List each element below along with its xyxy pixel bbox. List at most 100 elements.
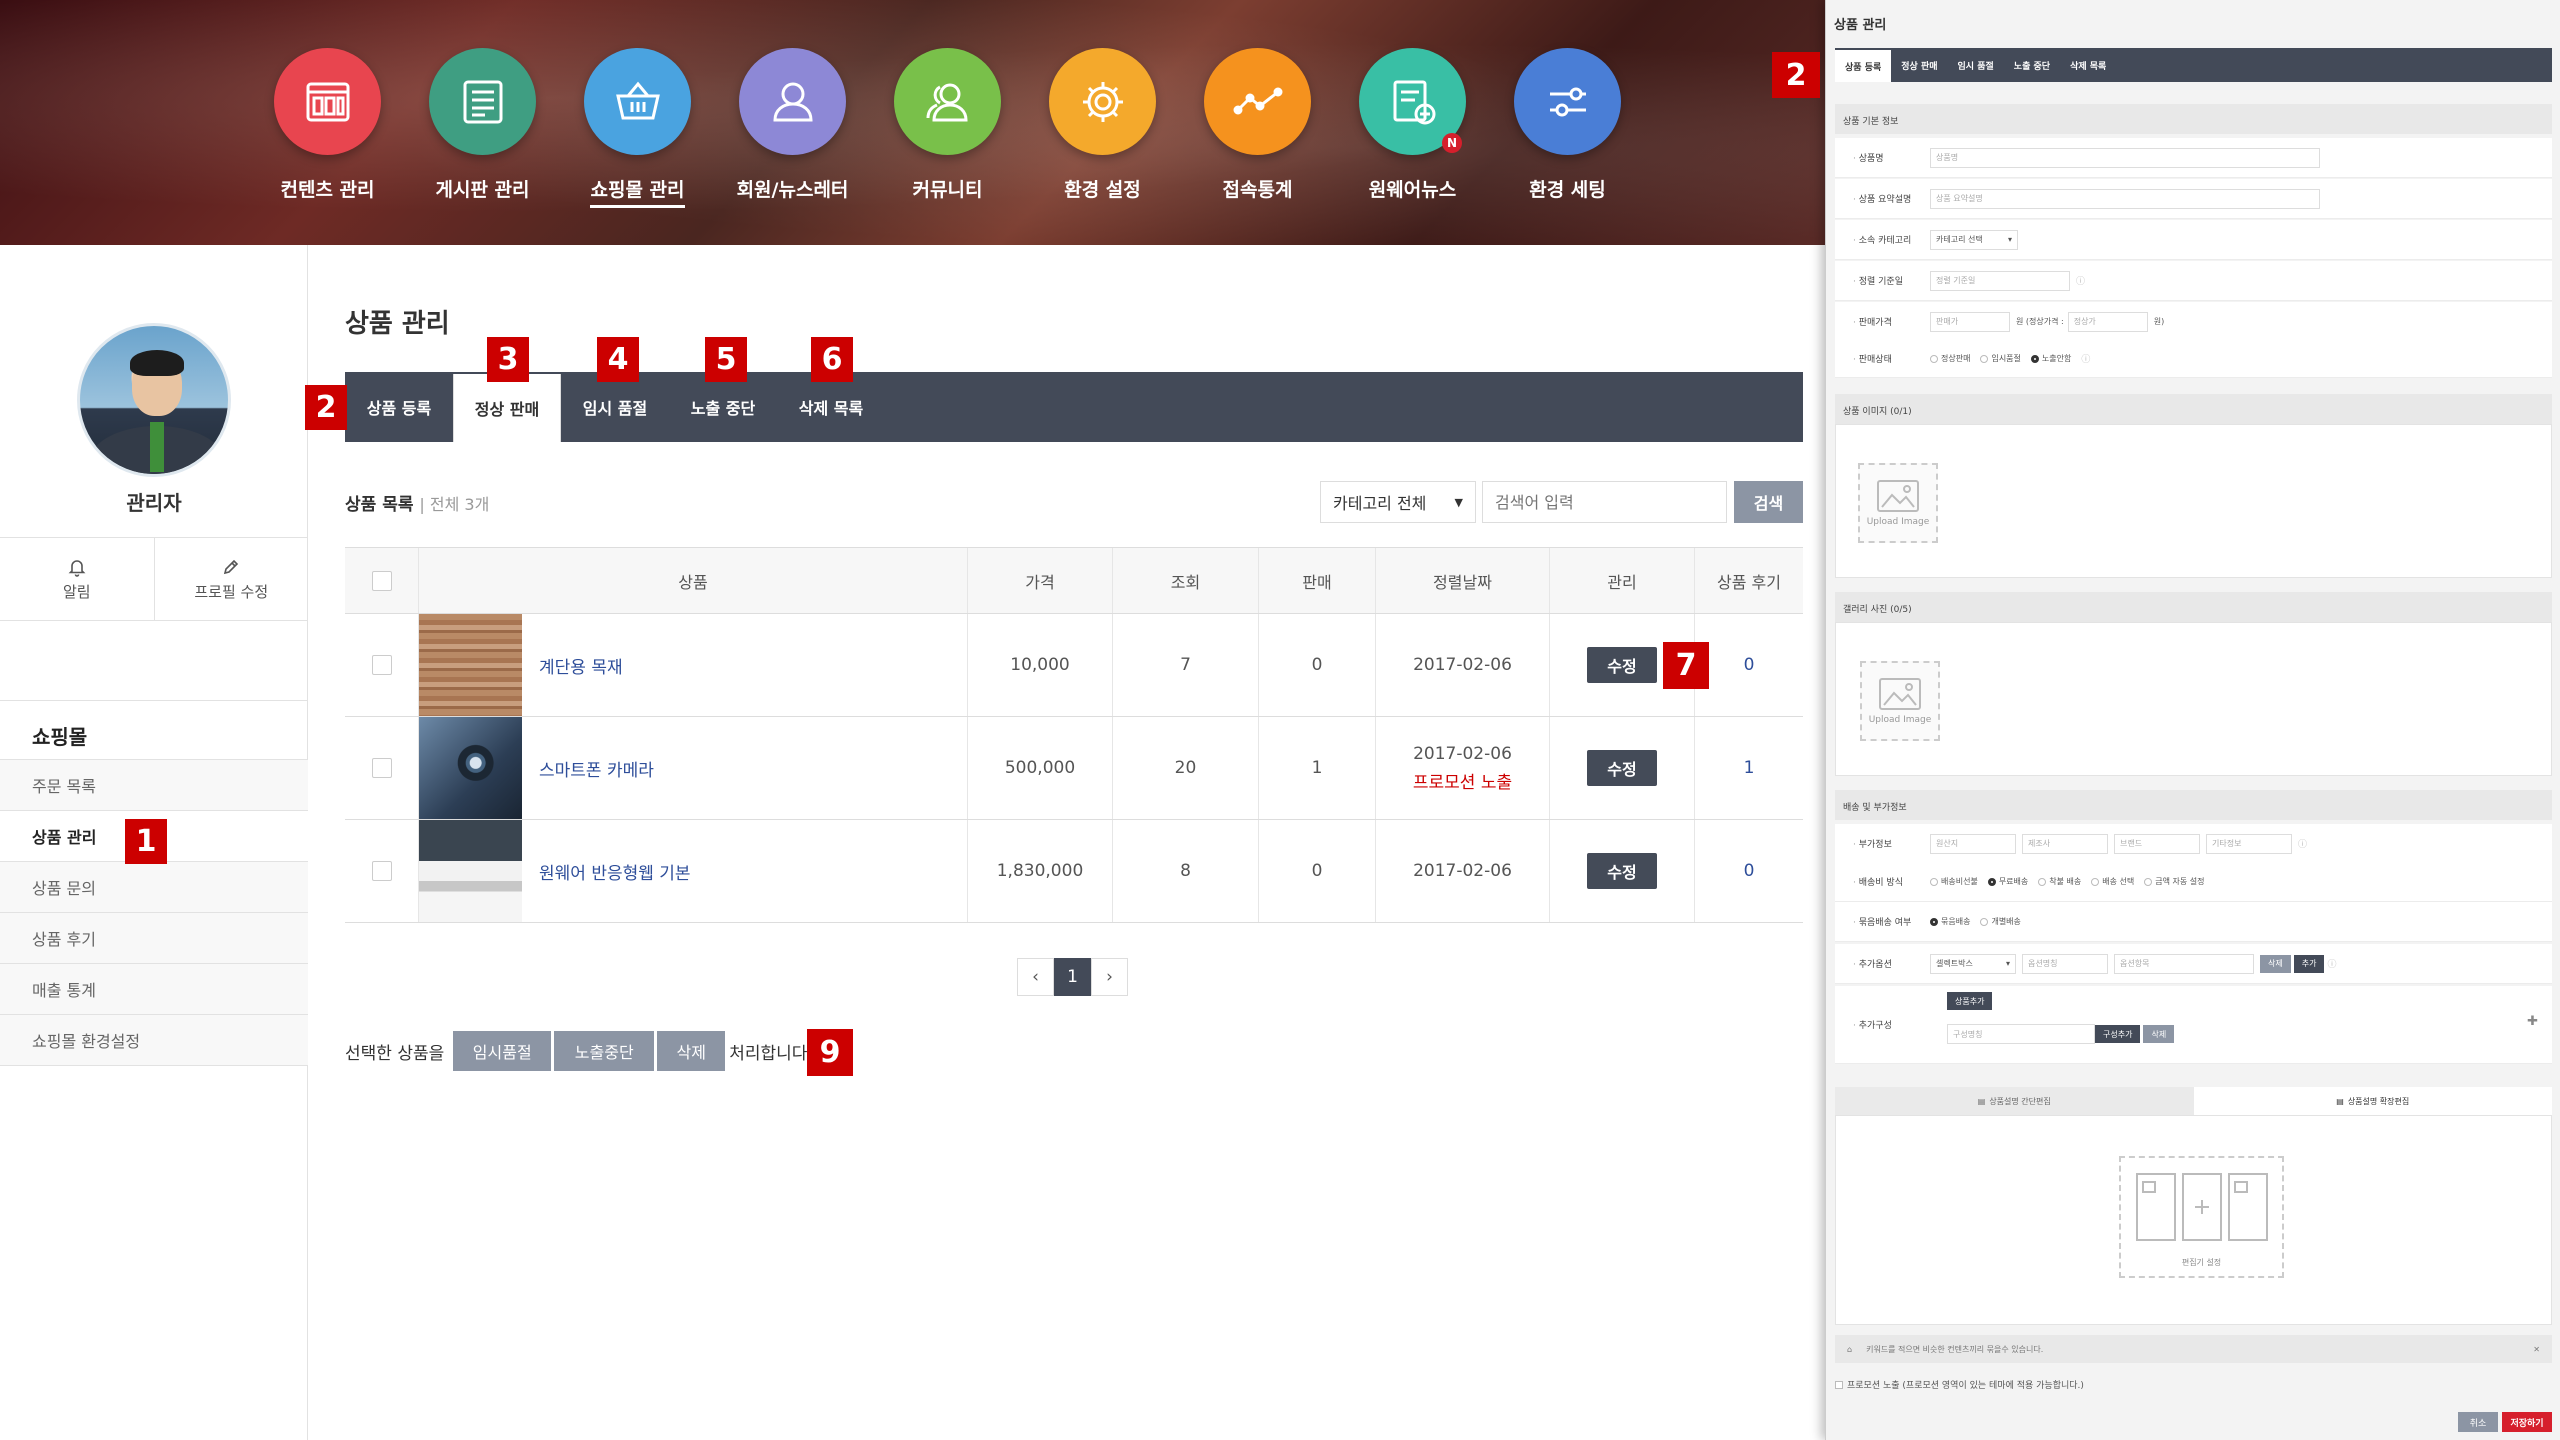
tab-hidden[interactable]: 노출 중단: [669, 372, 777, 442]
category-select[interactable]: 카테고리 선택 ▾: [1930, 229, 2018, 250]
panel-tab-deleted[interactable]: 삭제 목록: [2060, 48, 2116, 82]
prev-page-button[interactable]: ‹: [1017, 958, 1054, 996]
search-button[interactable]: 검색: [1734, 481, 1803, 523]
product-name-link[interactable]: 계단용 목재: [539, 653, 623, 678]
bundle-option[interactable]: 개별배송: [1980, 916, 2021, 927]
tab-simple-editor[interactable]: ▤ 상품설명 간단편집: [1835, 1087, 2194, 1115]
menu-environment-setup[interactable]: 환경 세팅: [1490, 48, 1645, 208]
save-button[interactable]: 저장하기: [2502, 1412, 2552, 1432]
edit-button[interactable]: 수정: [1587, 647, 1657, 683]
profile-edit-button[interactable]: 프로필 수정: [153, 538, 309, 620]
menu-content-management[interactable]: 컨텐츠 관리: [250, 48, 405, 208]
tab-deleted[interactable]: 삭제 목록: [777, 372, 885, 442]
bulk-delete-button[interactable]: 삭제: [657, 1031, 726, 1071]
shipfee-option[interactable]: 배송 선택: [2091, 876, 2134, 887]
upload-image-button[interactable]: Upload Image: [1858, 463, 1938, 543]
list-price-input[interactable]: 정상가: [2067, 311, 2148, 332]
menu-board-management[interactable]: 게시판 관리: [405, 48, 560, 208]
shipfee-option[interactable]: 배송비선불: [1930, 876, 1978, 887]
option-label: 착불 배송: [2049, 877, 2082, 886]
next-page-button[interactable]: ›: [1091, 958, 1128, 996]
sidebar-item-product-review[interactable]: 상품 후기: [0, 913, 308, 964]
panel-tab-hidden[interactable]: 노출 중단: [2004, 48, 2060, 82]
menu-oneware-news[interactable]: N 원웨어뉴스: [1335, 48, 1490, 208]
plus-icon[interactable]: ✚: [2527, 1014, 2538, 1029]
sortdate-input[interactable]: 정렬 기준일: [1930, 270, 2070, 291]
sidebar-item-shop-settings[interactable]: 쇼핑몰 환경설정: [0, 1015, 308, 1066]
product-thumbnail[interactable]: [419, 717, 522, 819]
bulk-temp-soldout-button[interactable]: 임시품절: [453, 1031, 552, 1071]
upload-gallery-button[interactable]: Upload Image: [1860, 661, 1940, 741]
maker-input[interactable]: 제조사: [2022, 833, 2108, 854]
select-all-checkbox[interactable]: [371, 570, 392, 591]
panel-tab-soldout[interactable]: 임시 품절: [1948, 48, 2004, 82]
status-row: 판매상태 정상판매 임시품절 노출안함 ⓘ: [1835, 340, 2552, 378]
price-mid-text: 원 (정상가격 :: [2016, 317, 2064, 326]
sales-cell: 0: [1259, 820, 1376, 922]
status-option-hidden[interactable]: 노출안함: [2030, 353, 2071, 364]
sidebar-item-order-list[interactable]: 주문 목록: [0, 760, 308, 811]
editor-settings-button[interactable]: 편집기 설정: [2119, 1156, 2284, 1278]
tab-normal-sale[interactable]: 정상 판매: [453, 374, 561, 442]
origin-input[interactable]: 원산지: [1930, 833, 2016, 854]
review-count-link[interactable]: 0: [1744, 655, 1755, 675]
search-input[interactable]: [1482, 481, 1727, 523]
bulk-hide-button[interactable]: 노출중단: [554, 1031, 655, 1071]
bundle-option[interactable]: 묶음배송: [1930, 916, 1970, 927]
compose-add-button[interactable]: 구성추가: [2095, 1025, 2141, 1043]
compose-delete-button[interactable]: 삭제: [2143, 1025, 2175, 1043]
compose-name-input[interactable]: 구성명칭: [1947, 1024, 2095, 1044]
etc-input[interactable]: 기타정보: [2206, 833, 2292, 854]
shipfee-option[interactable]: 착불 배송: [2038, 876, 2081, 887]
option-name-input[interactable]: 옵션명칭: [2022, 953, 2108, 974]
keyword-placeholder: 키워드를 적으면 비슷한 컨텐츠끼리 묶을수 있습니다.: [1866, 1344, 2044, 1354]
keyword-input[interactable]: ⌂ 키워드를 적으면 비슷한 컨텐츠끼리 묶을수 있습니다. ✕: [1835, 1335, 2552, 1363]
promotion-checkbox-row[interactable]: 프로모션 노출 (프로모션 영역이 있는 테마에 적용 가능합니다.): [1835, 1378, 2084, 1391]
alarm-button[interactable]: 알림: [0, 538, 154, 620]
menu-shopping-management[interactable]: 쇼핑몰 관리: [560, 48, 715, 208]
option-item-input[interactable]: 옵션항목: [2114, 953, 2254, 974]
close-icon[interactable]: ✕: [2533, 1345, 2540, 1354]
option-add-button[interactable]: 추가: [2293, 954, 2325, 973]
checkbox[interactable]: [1835, 1380, 1843, 1389]
review-count-link[interactable]: 0: [1744, 861, 1755, 881]
sidebar-item-sales-stats[interactable]: 매출 통계: [0, 964, 308, 1015]
menu-community[interactable]: 커뮤니티: [870, 48, 1025, 208]
product-thumbnail[interactable]: [419, 614, 522, 716]
panel-tab-normal[interactable]: 정상 판매: [1891, 48, 1947, 82]
status-option-normal[interactable]: 정상판매: [1930, 353, 1970, 364]
review-count-link[interactable]: 1: [1744, 758, 1755, 778]
sidebar-item-product-inquiry[interactable]: 상품 문의: [0, 862, 308, 913]
category-select[interactable]: 카테고리 전체 ▼: [1320, 481, 1476, 523]
brand-input[interactable]: 브랜드: [2114, 833, 2200, 854]
panel-tab-register[interactable]: 상품 등록: [1835, 50, 1892, 82]
product-name-link[interactable]: 스마트폰 카메라: [539, 756, 654, 781]
page-1-button[interactable]: 1: [1054, 958, 1091, 996]
shipfee-option[interactable]: 무료배송: [1987, 876, 2028, 887]
option-label: 정상판매: [1941, 354, 1971, 363]
row-checkbox[interactable]: [371, 861, 392, 881]
edit-button[interactable]: 수정: [1587, 750, 1657, 786]
menu-access-statistics[interactable]: 접속통계: [1180, 48, 1335, 208]
tab-product-register[interactable]: 상품 등록: [345, 372, 453, 442]
name-input[interactable]: 상품명: [1930, 147, 2320, 168]
row-checkbox[interactable]: [371, 655, 392, 675]
edit-button[interactable]: 수정: [1587, 853, 1657, 889]
product-thumbnail[interactable]: [419, 820, 522, 922]
tab-temp-soldout[interactable]: 임시 품절: [561, 372, 669, 442]
cancel-button[interactable]: 취소: [2458, 1412, 2498, 1432]
status-option-soldout[interactable]: 임시품절: [1980, 353, 2021, 364]
product-name-link[interactable]: 원웨어 반응형웹 기본: [539, 859, 691, 884]
add-product-button[interactable]: 상품추가: [1947, 992, 1993, 1010]
shipfee-option[interactable]: 금액 자동 설정: [2144, 876, 2204, 887]
tab-extended-editor[interactable]: ▤ 상품설명 확장편집: [2193, 1087, 2552, 1115]
option-type-select[interactable]: 셀렉트박스 ▾: [1930, 953, 2016, 974]
gear-icon: [1049, 48, 1156, 155]
menu-environment-settings[interactable]: 환경 설정: [1025, 48, 1180, 208]
avatar[interactable]: [77, 323, 231, 477]
summary-input[interactable]: 상품 요약설명: [1930, 188, 2320, 209]
menu-member-newsletter[interactable]: 회원/뉴스레터: [715, 48, 870, 208]
option-delete-button[interactable]: 삭제: [2260, 954, 2291, 973]
price-input[interactable]: 판매가: [1930, 311, 2010, 332]
row-checkbox[interactable]: [371, 758, 392, 778]
